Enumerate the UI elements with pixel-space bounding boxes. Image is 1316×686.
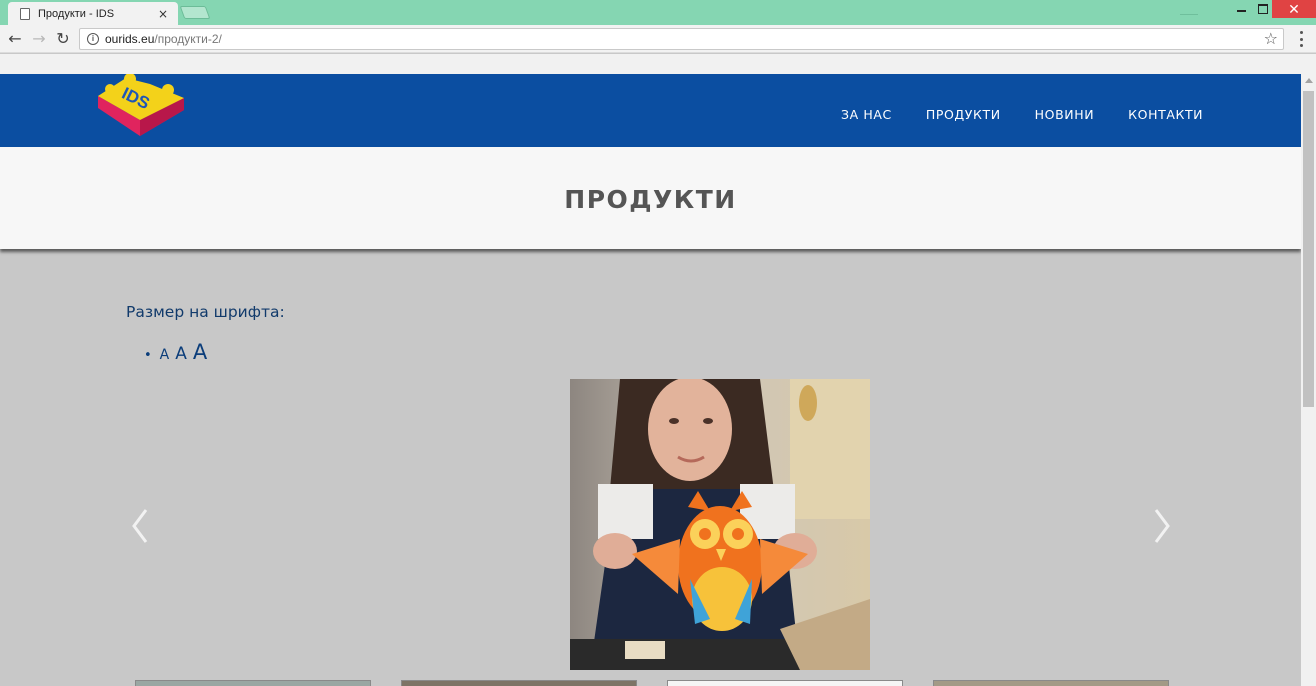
thumbnail-item[interactable] [933, 680, 1169, 686]
new-tab-button[interactable] [179, 6, 211, 19]
address-bar[interactable]: i ourids.eu/продукти-2/ ☆ [79, 28, 1284, 50]
browser-tab[interactable]: Продукти - IDS × [8, 2, 178, 25]
page-top-strip [0, 54, 1316, 74]
back-arrow-icon[interactable]: ← [5, 29, 25, 49]
nav-item-contacts[interactable]: КОНТАКТИ [1128, 107, 1203, 122]
nav-item-products[interactable]: ПРОДУКТИ [926, 107, 1001, 122]
forward-arrow-icon[interactable]: → [29, 29, 49, 49]
tab-close-icon[interactable]: × [156, 7, 170, 21]
list-bullet: • [144, 348, 152, 363]
browser-menu-icon[interactable] [1294, 31, 1308, 47]
font-size-small-button[interactable]: A [160, 347, 170, 363]
font-size-medium-button[interactable]: A [175, 344, 187, 364]
font-size-label: Размер на шрифта: [126, 303, 285, 321]
url-path: /продукти-2/ [154, 32, 222, 46]
info-icon[interactable]: i [87, 33, 99, 45]
slide-photo [570, 379, 870, 670]
reload-icon[interactable]: ↻ [53, 29, 73, 49]
window-profile-indicator [1180, 14, 1198, 15]
page-scrollbar[interactable] [1301, 74, 1316, 686]
nav-item-news[interactable]: НОВИНИ [1035, 107, 1095, 122]
ids-logo[interactable]: IDS [96, 74, 186, 138]
thumbnail-item[interactable] [667, 680, 903, 686]
scroll-up-arrow-icon[interactable] [1305, 78, 1313, 83]
font-size-options: • A A A [144, 340, 213, 364]
tab-title: Продукти - IDS [38, 7, 115, 20]
slider-next-chevron-icon[interactable] [1150, 506, 1174, 546]
nav-item-about[interactable]: ЗА НАС [841, 107, 892, 122]
thumbnail-strip [0, 678, 1301, 686]
scrollbar-thumb[interactable] [1303, 91, 1314, 407]
bookmark-star-icon[interactable]: ☆ [1264, 29, 1278, 49]
browser-toolbar: ← → ↻ i ourids.eu/продукти-2/ ☆ [0, 25, 1316, 53]
page-title-band: ПРОДУКТИ [0, 147, 1301, 249]
page-icon [20, 7, 30, 20]
main-navigation: ЗА НАС ПРОДУКТИ НОВИНИ КОНТАКТИ [841, 107, 1237, 122]
slider-prev-chevron-icon[interactable] [128, 506, 152, 546]
site-header: IDS ЗА НАС ПРОДУКТИ НОВИНИ КОНТАКТИ [0, 74, 1301, 147]
page-title: ПРОДУКТИ [564, 185, 737, 214]
browser-titlebar: Продукти - IDS × ✕ [0, 0, 1316, 25]
thumbnail-item[interactable] [135, 680, 371, 686]
font-size-large-button[interactable]: A [193, 340, 207, 364]
close-window-button[interactable]: ✕ [1272, 0, 1316, 18]
url-host: ourids.eu [105, 32, 155, 46]
url-text[interactable]: ourids.eu/продукти-2/ [105, 32, 222, 46]
thumbnail-item[interactable] [401, 680, 637, 686]
